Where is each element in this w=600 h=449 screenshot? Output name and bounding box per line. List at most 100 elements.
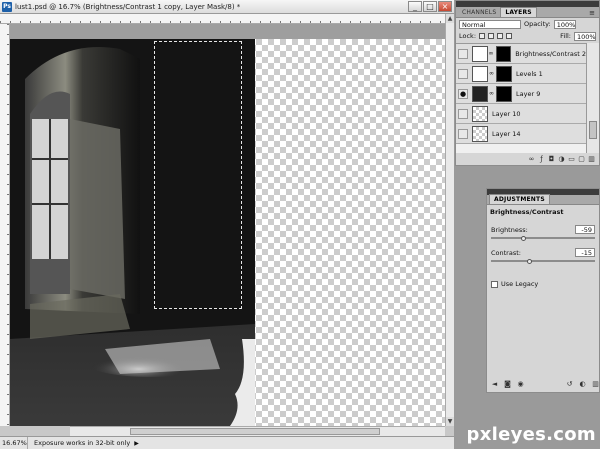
- adjustments-tab-bar: ADJUSTMENTS: [487, 194, 599, 205]
- horizontal-ruler[interactable]: [0, 14, 445, 24]
- layers-panel: CHANNELS LAYERS ≡ Normal Opacity: 100% L…: [455, 0, 600, 166]
- status-message: Exposure works in 32-bit only: [34, 439, 131, 447]
- blend-mode-value: Normal: [462, 20, 486, 29]
- adjustment-icon[interactable]: ◑: [558, 155, 565, 163]
- mask-thumbnail[interactable]: [495, 45, 512, 62]
- tab-adjustments[interactable]: ADJUSTMENTS: [489, 194, 550, 204]
- lock-label: Lock:: [459, 32, 477, 40]
- brightness-slider[interactable]: [491, 236, 595, 241]
- eye-icon[interactable]: ●: [458, 88, 468, 99]
- close-button[interactable]: ×: [438, 1, 452, 12]
- window-controls: _ □ ×: [408, 1, 452, 12]
- previous-state-icon[interactable]: ◐: [579, 381, 586, 388]
- layer-row[interactable]: ∞ Brightness/Contrast 2: [456, 44, 586, 64]
- tab-channels[interactable]: CHANNELS: [458, 8, 500, 17]
- horizontal-scrollbar[interactable]: [70, 426, 445, 436]
- brightness-row: Brightness: -59: [487, 225, 599, 234]
- delete-adjustment-icon[interactable]: ▥: [592, 381, 599, 388]
- clip-icon[interactable]: ◙: [504, 381, 511, 388]
- lock-all-icon[interactable]: [506, 33, 513, 39]
- brightness-input[interactable]: -59: [575, 225, 595, 234]
- tab-layers[interactable]: LAYERS: [500, 7, 537, 17]
- layer-name: Levels 1: [516, 69, 543, 78]
- fill-label: Fill:: [560, 32, 571, 40]
- mask-thumbnail[interactable]: [496, 85, 512, 102]
- horizontal-scroll-thumb[interactable]: [130, 428, 380, 435]
- document-title: lust1.psd @ 16.7% (Brightness/Contrast 1…: [15, 2, 241, 11]
- visibility-toggle[interactable]: [458, 68, 468, 79]
- blend-opacity-row: Normal Opacity: 100%: [456, 18, 599, 30]
- layers-scroll-thumb[interactable]: [589, 121, 597, 139]
- visibility-icon[interactable]: ◉: [517, 381, 524, 388]
- layer-thumbnail: [472, 105, 488, 122]
- maximize-button[interactable]: □: [423, 1, 437, 12]
- adjustment-title: Brightness/Contrast: [490, 208, 564, 216]
- vertical-ruler[interactable]: [0, 24, 10, 426]
- layer-name: Layer 14: [492, 129, 521, 138]
- lock-transparency-icon[interactable]: [479, 33, 486, 39]
- layer-thumbnail: [472, 125, 488, 142]
- layers-scrollbar[interactable]: [586, 43, 599, 153]
- photoshop-logo-icon: Ps: [2, 1, 12, 12]
- scroll-down-arrow-icon[interactable]: ▼: [446, 417, 454, 426]
- vertical-scrollbar[interactable]: ▲ ▼: [445, 14, 454, 426]
- mask-thumbnail[interactable]: [496, 65, 512, 82]
- adjustment-thumbnail: [472, 65, 488, 82]
- folder-icon[interactable]: ▭: [568, 155, 575, 163]
- watermark: pxleyes.com: [466, 424, 596, 445]
- minimize-button[interactable]: _: [408, 1, 422, 12]
- contrast-label: Contrast:: [491, 248, 521, 257]
- opacity-label: Opacity:: [524, 20, 551, 28]
- brightness-slider-knob[interactable]: [521, 236, 526, 241]
- visibility-toggle[interactable]: [458, 48, 468, 59]
- fill-input[interactable]: 100%: [574, 31, 596, 41]
- use-legacy-label: Use Legacy: [501, 280, 539, 288]
- mask-icon[interactable]: ◘: [548, 155, 555, 163]
- layers-footer: ∞ ƒ ◘ ◑ ▭ ▢ ▥: [456, 153, 599, 165]
- use-legacy-checkbox[interactable]: [491, 280, 498, 288]
- lock-icons: [479, 33, 513, 39]
- layer-name: Layer 10: [492, 109, 521, 118]
- layer-thumbnail: [472, 85, 488, 102]
- link-icon[interactable]: ∞: [489, 50, 494, 57]
- reset-icon[interactable]: ↺: [566, 381, 573, 388]
- layers-panel-tabs: CHANNELS LAYERS: [456, 7, 599, 18]
- status-bar: 16.67% Exposure works in 32-bit only ▶: [0, 436, 454, 449]
- contrast-slider[interactable]: [491, 259, 595, 264]
- link-icon[interactable]: ∞: [489, 90, 494, 97]
- contrast-input[interactable]: -15: [575, 248, 595, 257]
- blend-mode-select[interactable]: Normal: [459, 19, 521, 29]
- layer-row[interactable]: Layer 14: [456, 124, 586, 144]
- lock-image-icon[interactable]: [488, 33, 495, 39]
- new-layer-icon[interactable]: ▢: [578, 155, 585, 163]
- contrast-slider-knob[interactable]: [527, 259, 532, 264]
- zoom-level[interactable]: 16.67%: [0, 437, 28, 449]
- fx-icon[interactable]: ƒ: [538, 155, 545, 163]
- document-title-bar[interactable]: Ps lust1.psd @ 16.7% (Brightness/Contras…: [0, 0, 454, 14]
- adjustment-thumbnail: [471, 45, 488, 62]
- layer-row[interactable]: ∞ Levels 1: [456, 64, 586, 84]
- status-menu-arrow-icon[interactable]: ▶: [134, 440, 139, 447]
- document-window: Ps lust1.psd @ 16.7% (Brightness/Contras…: [0, 0, 454, 449]
- adjustments-footer: ◄ ◙ ◉ ↺ ◐ ▥: [487, 379, 599, 390]
- layer-name: Brightness/Contrast 2: [515, 49, 586, 58]
- trash-icon[interactable]: ▥: [588, 155, 595, 163]
- layer-list: ∞ Brightness/Contrast 2 ∞ Levels 1 ● ∞ L…: [456, 43, 586, 153]
- contrast-row: Contrast: -15: [487, 248, 599, 257]
- layer-row[interactable]: Layer 10: [456, 104, 586, 124]
- visibility-toggle[interactable]: [458, 108, 468, 119]
- scroll-up-arrow-icon[interactable]: ▲: [446, 14, 454, 23]
- canvas-area[interactable]: [10, 24, 445, 426]
- link-layers-icon[interactable]: ∞: [528, 155, 535, 163]
- lock-position-icon[interactable]: [497, 33, 504, 39]
- use-legacy-row: Use Legacy: [487, 280, 599, 288]
- link-icon[interactable]: ∞: [489, 70, 494, 77]
- lock-fill-row: Lock: Fill: 100%: [456, 30, 599, 42]
- brightness-label: Brightness:: [491, 225, 528, 234]
- layer-row[interactable]: ● ∞ Layer 9: [456, 84, 586, 104]
- marquee-selection[interactable]: [154, 41, 242, 309]
- opacity-input[interactable]: 100%: [553, 19, 576, 29]
- panel-menu-icon[interactable]: ≡: [589, 9, 595, 17]
- visibility-toggle[interactable]: [458, 128, 468, 139]
- back-arrow-icon[interactable]: ◄: [491, 381, 498, 388]
